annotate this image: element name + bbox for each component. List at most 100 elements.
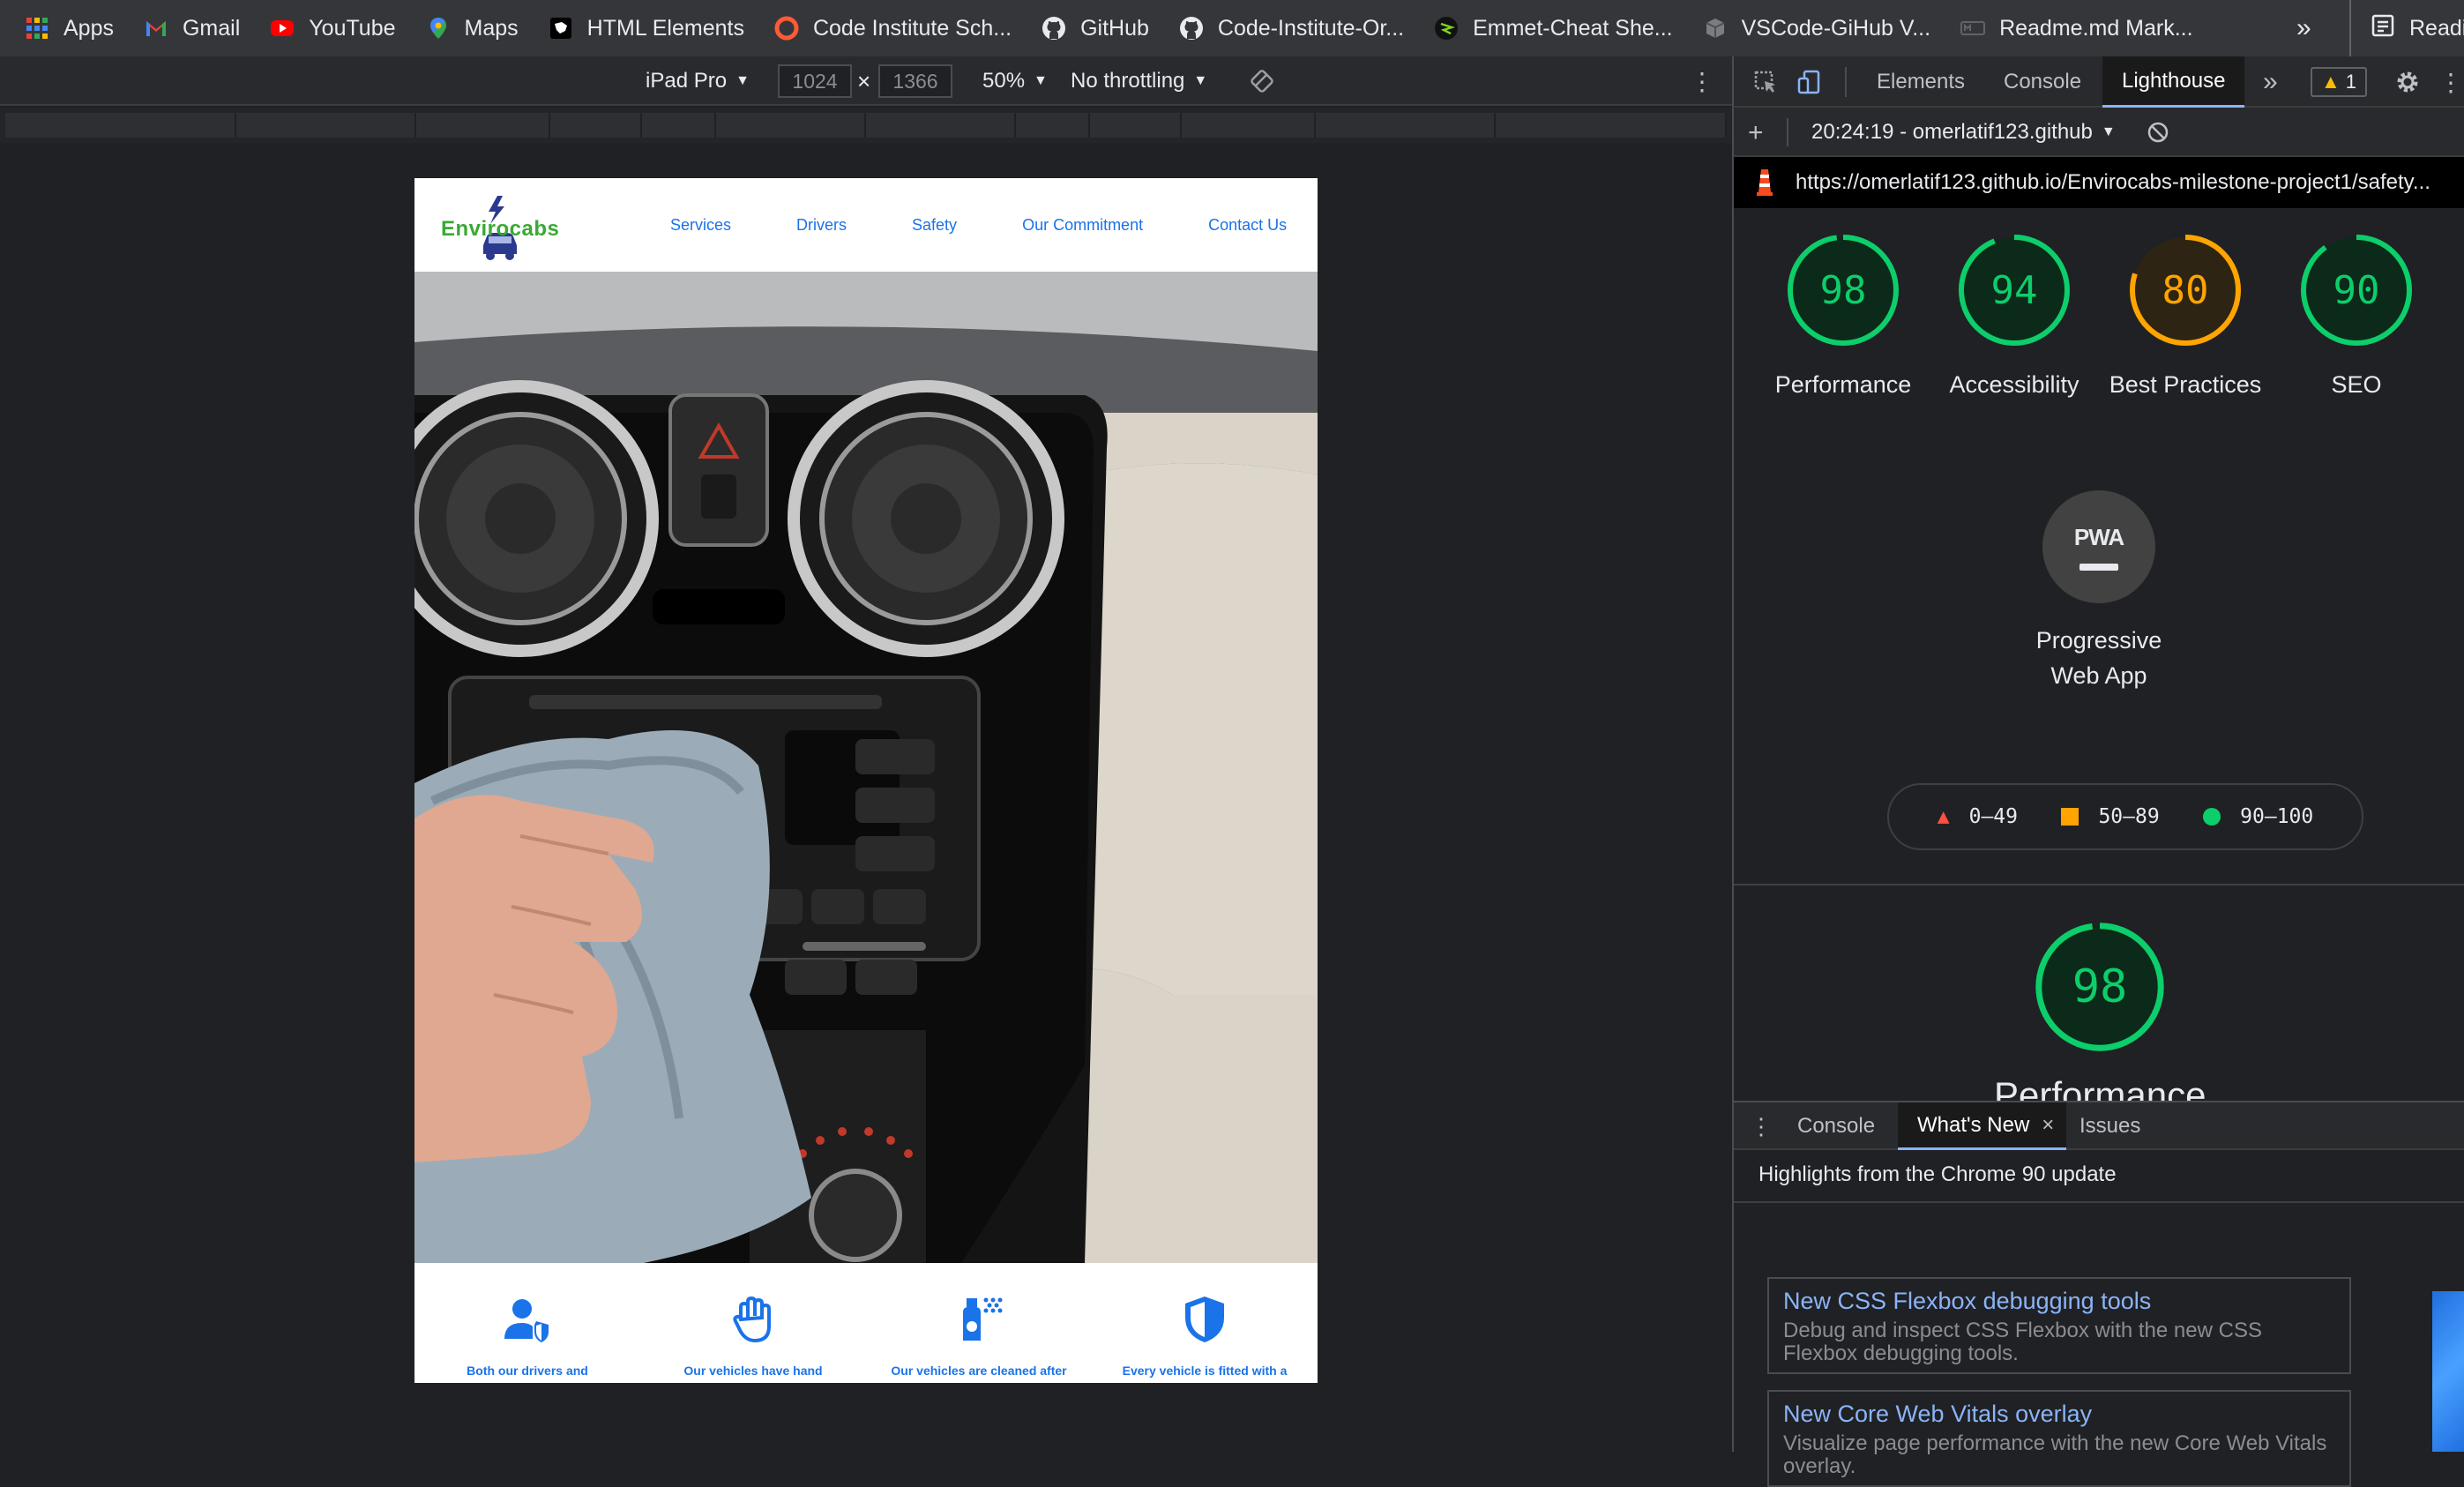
bookmark-emmet[interactable]: Emmet-Cheat She... [1434,0,1673,56]
bookmark-vscode[interactable]: VSCode-GiHub V... [1703,0,1930,56]
report-url[interactable]: https://omerlatif123.github.io/Envirocab… [1796,170,2430,195]
drawer-menu-icon[interactable]: ⋮ [1750,1102,1773,1150]
score-value: 98 [1819,267,1867,313]
score-label: SEO [2331,371,2382,398]
score-performance[interactable]: 98 Performance [1764,233,1923,402]
spray-bottle-icon [963,1297,1003,1341]
feature-hand-sanitizer: Our vehicles have hand [640,1263,866,1383]
bookmarks-overflow-button[interactable]: » [2296,0,2311,56]
card-desc: Visualize page performance with the new … [1783,1431,2327,1478]
drawer-divider [1734,1201,2464,1203]
lighthouse-url-bar: https://omerlatif123.github.io/Envirocab… [1734,157,2464,208]
hand-paper-icon [733,1296,771,1343]
drawer-tab-console[interactable]: Console [1797,1102,1875,1150]
bookmark-label: Apps [63,15,114,41]
device-select[interactable]: iPad Pro ▼ [646,56,750,106]
github-icon [1042,16,1066,41]
ruler-segment[interactable] [416,113,550,138]
triangle-icon: ▲ [1937,805,1950,828]
legend-fail: ▲ 0–49 [1938,805,2018,828]
bookmark-github[interactable]: GitHub [1042,0,1149,56]
card-title[interactable]: New Core Web Vitals overlay [1783,1399,2335,1429]
card-title[interactable]: New CSS Flexbox debugging tools [1783,1286,2335,1316]
clear-reports-icon[interactable] [2145,108,2171,157]
settings-gear-icon[interactable] [2390,56,2425,108]
device-toggle-icon[interactable] [1792,56,1827,108]
drawer-heading: Highlights from the Chrome 90 update [1758,1162,2117,1186]
vscode-icon [1703,16,1728,41]
promo-image [2432,1291,2464,1452]
throttling-select[interactable]: No throttling ▼ [1071,56,1207,106]
whats-new-card[interactable]: New Core Web Vitals overlay Visualize pa… [1767,1390,2351,1487]
tab-console[interactable]: Console [2004,56,2081,108]
site-logo[interactable]: Envirocabs [441,191,559,265]
bookmark-code-institute-org[interactable]: Code-Institute-Or... [1179,0,1404,56]
score-seo[interactable]: 90 SEO [2277,233,2436,402]
rotate-icon[interactable] [1249,56,1275,106]
nav-drivers[interactable]: Drivers [796,216,847,235]
score-accessibility[interactable]: 94 Accessibility [1935,233,2094,402]
score-best-practices[interactable]: 80 Best Practices [2106,233,2265,402]
markdown-icon [1960,16,1986,41]
bookmark-readme[interactable]: Readme.md Mark... [1960,0,2193,56]
inspect-element-icon[interactable] [1748,56,1783,108]
bookmark-label: YouTube [309,15,396,41]
devtools-tabbar: Elements Console Lighthouse » ▲ 1 ⋮ [1734,56,2464,108]
zoom-select[interactable]: 50% ▼ [982,56,1048,106]
code-institute-icon [774,16,799,41]
ruler-segment[interactable] [5,113,236,138]
ruler-segment[interactable] [1496,113,1727,138]
width-input-wrapper: 1024 [778,56,852,106]
ruler-segment[interactable] [1316,113,1496,138]
score-value: 90 [2333,267,2380,313]
pwa-badge: PWA [2042,490,2155,603]
nav-safety[interactable]: Safety [912,216,957,235]
reading-list-button[interactable]: Reading [2349,0,2464,56]
bookmark-apps[interactable]: Apps [25,0,114,56]
tab-lighthouse[interactable]: Lighthouse [2102,56,2245,108]
device-toolbar-menu-icon[interactable]: ⋮ [1690,56,1714,106]
site-header: Envirocabs Services Drivers Safety Our C… [414,178,1318,272]
nav-our-commitment[interactable]: Our Commitment [1022,216,1143,235]
devtools-menu-icon[interactable]: ⋮ [2438,56,2464,108]
bookmarks-bar: Apps Gmail YouTube Maps HTML Elements Co… [0,0,2464,56]
bookmark-youtube[interactable]: YouTube [270,0,396,56]
close-icon[interactable]: × [2042,1113,2054,1138]
bookmark-gmail[interactable]: Gmail [144,0,240,56]
bookmark-maps[interactable]: Maps [426,0,519,56]
bookmark-label: Code Institute Sch... [812,15,1012,41]
drawer-tabbar: ⋮ Console What's New × Issues [1734,1101,2464,1150]
score-pwa[interactable]: PWA Progressive Web App [2011,490,2187,693]
bookmark-label: VSCode-GiHub V... [1741,15,1931,41]
bookmark-code-institute[interactable]: Code Institute Sch... [774,0,1012,56]
score-label: Best Practices [2109,371,2262,398]
width-input[interactable]: 1024 [778,64,852,98]
new-report-plus-icon[interactable]: + [1748,108,1764,159]
height-input[interactable]: 1366 [878,64,952,98]
ruler-segment[interactable] [866,113,1016,138]
drawer-tab-whats-new[interactable]: What's New × [1898,1102,2067,1150]
device-name: iPad Pro [646,69,728,93]
square-icon [2061,808,2079,826]
pwa-badge-text: PWA [2073,523,2124,550]
nav-contact-us[interactable]: Contact Us [1208,216,1287,235]
device-toolbar: iPad Pro ▼ 1024 × 1366 50% ▼ No throttli… [0,56,1732,106]
more-tabs-button[interactable]: » [2263,56,2278,108]
bookmark-html-elements[interactable]: HTML Elements [549,0,744,56]
reading-list-icon [2371,13,2395,44]
whats-new-card[interactable]: New CSS Flexbox debugging tools Debug an… [1767,1277,2351,1374]
drawer-tab-issues[interactable]: Issues [2079,1102,2140,1150]
ruler-segment[interactable] [1090,113,1182,138]
ruler-segment[interactable] [716,113,866,138]
warnings-badge[interactable]: ▲ 1 [2311,67,2368,97]
ruler-segment[interactable] [1182,113,1316,138]
tab-elements[interactable]: Elements [1877,56,1965,108]
ruler-segment[interactable] [236,113,416,138]
nav-services[interactable]: Services [670,216,731,235]
report-selector[interactable]: 20:24:19 - omerlatif123.github ▼ [1811,108,2116,157]
ruler-segment[interactable] [642,113,716,138]
legend-range: 90–100 [2240,805,2314,828]
ruler-segment[interactable] [550,113,642,138]
bookmark-label: HTML Elements [586,15,744,41]
ruler-segment[interactable] [1016,113,1090,138]
